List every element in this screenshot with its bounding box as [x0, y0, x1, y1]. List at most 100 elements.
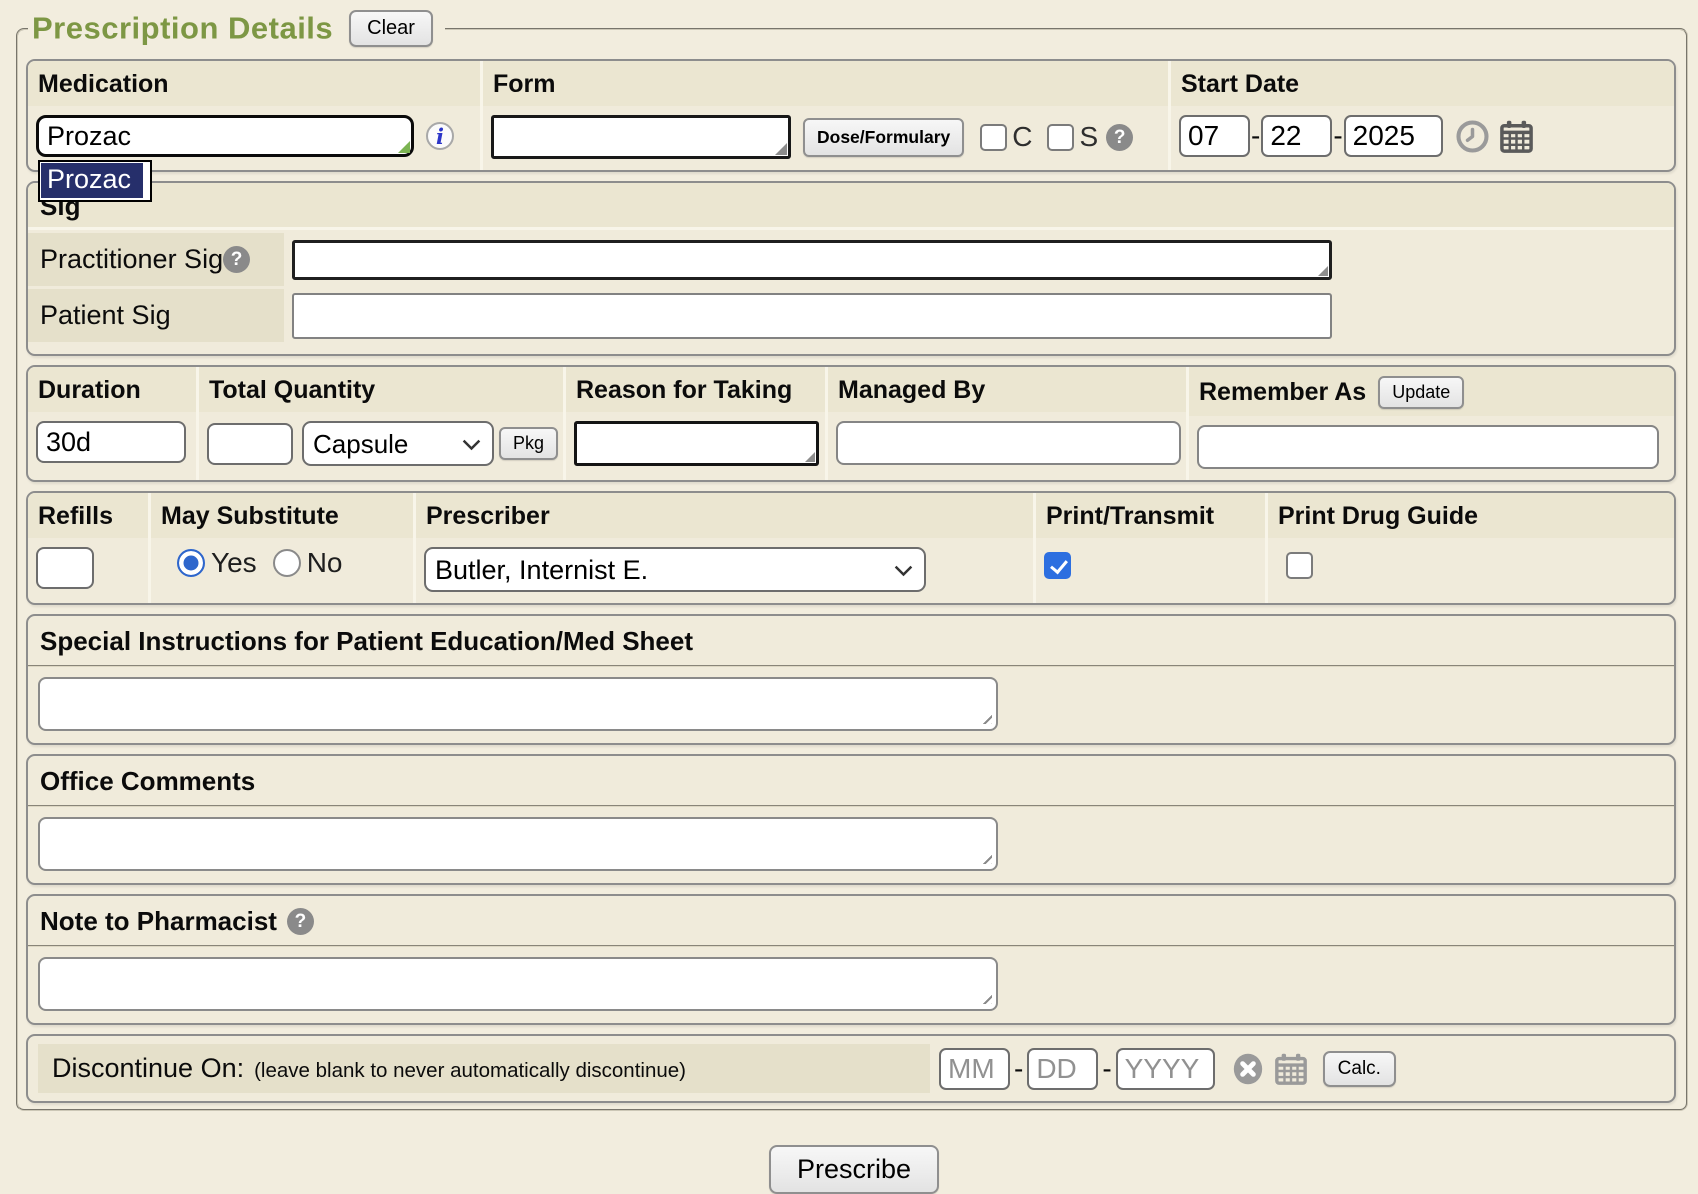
- reason-column-body: [566, 412, 825, 477]
- office-comments-textarea[interactable]: [38, 817, 998, 871]
- practitioner-sig-input[interactable]: [292, 240, 1332, 280]
- clear-date-icon[interactable]: [1231, 1052, 1265, 1086]
- unit-select-wrap: Capsule: [302, 421, 494, 466]
- total-quantity-column: Total Quantity Capsule Pkg: [196, 367, 563, 480]
- start-date-day-input[interactable]: [1261, 115, 1332, 157]
- date-separator: -: [1333, 120, 1342, 152]
- remember-as-input[interactable]: [1197, 425, 1659, 469]
- s-checkbox[interactable]: [1047, 124, 1074, 151]
- help-icon[interactable]: [223, 246, 250, 273]
- s-checkbox-label: S: [1079, 121, 1098, 153]
- may-substitute-no-label: No: [307, 547, 343, 579]
- pkg-button[interactable]: Pkg: [499, 427, 558, 460]
- practitioner-sig-input-wrap: [284, 240, 1332, 280]
- page-title: Prescription Details: [32, 11, 333, 46]
- discontinue-label: Discontinue On:: [52, 1053, 244, 1084]
- patient-sig-input[interactable]: [292, 293, 1332, 339]
- calendar-icon[interactable]: [1499, 119, 1534, 154]
- may-substitute-no-radio[interactable]: [273, 549, 301, 577]
- managed-by-column-body: [828, 412, 1186, 476]
- office-comments-section: Office Comments: [26, 754, 1676, 885]
- prescriber-column-body: Butler, Internist E.: [416, 538, 1033, 603]
- calc-button[interactable]: Calc.: [1323, 1051, 1396, 1087]
- sig-section-header: Sig: [28, 183, 1674, 230]
- medication-column-body: Prozac: [28, 106, 480, 168]
- remember-as-column-header: Remember As Update: [1189, 367, 1674, 416]
- prescriber-column-header: Prescriber: [416, 493, 1033, 538]
- remember-as-column-body: [1189, 416, 1674, 480]
- form-input[interactable]: [491, 115, 791, 159]
- footer-row: Prescribe: [16, 1145, 1692, 1194]
- discontinue-year-input[interactable]: [1116, 1048, 1215, 1090]
- refills-column-header: Refills: [28, 493, 148, 538]
- discontinue-month-input[interactable]: [939, 1048, 1010, 1090]
- office-comments-header: Office Comments: [28, 756, 1674, 807]
- patient-sig-row: Patient Sig: [28, 289, 1674, 354]
- clock-icon[interactable]: [1455, 119, 1490, 154]
- resize-grip-icon[interactable]: [805, 452, 815, 462]
- start-date-column-header: Start Date: [1171, 61, 1674, 106]
- managed-by-column: Managed By: [825, 367, 1186, 480]
- form-column: Form Dose/Formulary C S: [480, 61, 1168, 170]
- print-drug-guide-checkbox[interactable]: [1286, 552, 1313, 579]
- reason-input-wrap: [574, 421, 819, 466]
- special-instructions-textarea[interactable]: [38, 677, 998, 731]
- refills-section: Refills May Substitute Yes No Prescriber: [26, 491, 1676, 605]
- discontinue-section: Discontinue On: (leave blank to never au…: [26, 1034, 1676, 1103]
- update-button[interactable]: Update: [1378, 376, 1464, 409]
- prescriber-select-wrap: Butler, Internist E.: [424, 547, 926, 592]
- dose-formulary-button[interactable]: Dose/Formulary: [803, 118, 964, 157]
- print-transmit-column-header: Print/Transmit: [1036, 493, 1265, 538]
- print-transmit-column: Print/Transmit: [1033, 493, 1265, 603]
- c-checkbox[interactable]: [980, 124, 1007, 151]
- help-icon[interactable]: [287, 908, 314, 935]
- print-transmit-checkbox[interactable]: [1044, 552, 1071, 579]
- reason-for-taking-input[interactable]: [574, 421, 819, 466]
- prescription-page: Prescription Details Clear Medication Pro…: [0, 0, 1698, 1194]
- medication-autocomplete-dropdown: Prozac: [38, 160, 152, 202]
- start-date-year-input[interactable]: [1344, 115, 1443, 157]
- print-transmit-column-body: [1036, 538, 1265, 590]
- special-instructions-textarea-wrap: [38, 677, 998, 731]
- total-quantity-input[interactable]: [207, 423, 293, 465]
- refills-input[interactable]: [36, 547, 94, 589]
- resize-grip-icon[interactable]: [398, 141, 410, 153]
- total-quantity-column-header: Total Quantity: [199, 367, 563, 412]
- medication-autocomplete-item[interactable]: Prozac: [41, 163, 143, 198]
- duration-column: Duration: [28, 367, 196, 480]
- may-substitute-column: May Substitute Yes No: [148, 493, 413, 603]
- discontinue-day-input[interactable]: [1027, 1048, 1098, 1090]
- help-icon[interactable]: [1106, 124, 1133, 151]
- managed-by-input[interactable]: [836, 421, 1181, 465]
- medication-section: Medication Prozac Form: [26, 59, 1676, 172]
- duration-input[interactable]: [36, 421, 186, 463]
- total-quantity-column-body: Capsule Pkg: [199, 412, 563, 477]
- medication-input[interactable]: [36, 115, 414, 157]
- practitioner-sig-label-cell: Practitioner Sig: [28, 233, 284, 286]
- form-column-header: Form: [483, 61, 1168, 106]
- office-comments-textarea-wrap: [38, 817, 998, 871]
- note-to-pharmacist-textarea[interactable]: [38, 957, 998, 1011]
- prescriber-select[interactable]: Butler, Internist E.: [424, 547, 926, 592]
- special-instructions-header: Special Instructions for Patient Educati…: [28, 616, 1674, 667]
- date-separator: -: [1014, 1053, 1023, 1085]
- clear-button[interactable]: Clear: [349, 10, 433, 47]
- reason-column-header: Reason for Taking: [566, 367, 825, 412]
- note-to-pharmacist-section: Note to Pharmacist: [26, 894, 1676, 1025]
- discontinue-label-cell: Discontinue On: (leave blank to never au…: [38, 1044, 930, 1093]
- duration-section: Duration Total Quantity Capsule: [26, 365, 1676, 482]
- date-separator: -: [1102, 1053, 1111, 1085]
- prescribe-button[interactable]: Prescribe: [769, 1145, 939, 1194]
- unit-select[interactable]: Capsule: [302, 421, 494, 466]
- resize-grip-icon[interactable]: [775, 143, 787, 155]
- start-date-month-input[interactable]: [1179, 115, 1250, 157]
- patient-sig-label: Patient Sig: [40, 300, 171, 331]
- calendar-icon[interactable]: [1274, 1052, 1308, 1086]
- special-instructions-section: Special Instructions for Patient Educati…: [26, 614, 1676, 745]
- note-to-pharmacist-header: Note to Pharmacist: [28, 896, 1674, 947]
- form-input-wrap: [491, 115, 791, 159]
- may-substitute-yes-radio[interactable]: [177, 549, 205, 577]
- info-icon[interactable]: [426, 122, 454, 150]
- resize-grip-icon[interactable]: [1318, 266, 1328, 276]
- reason-column: Reason for Taking: [563, 367, 825, 480]
